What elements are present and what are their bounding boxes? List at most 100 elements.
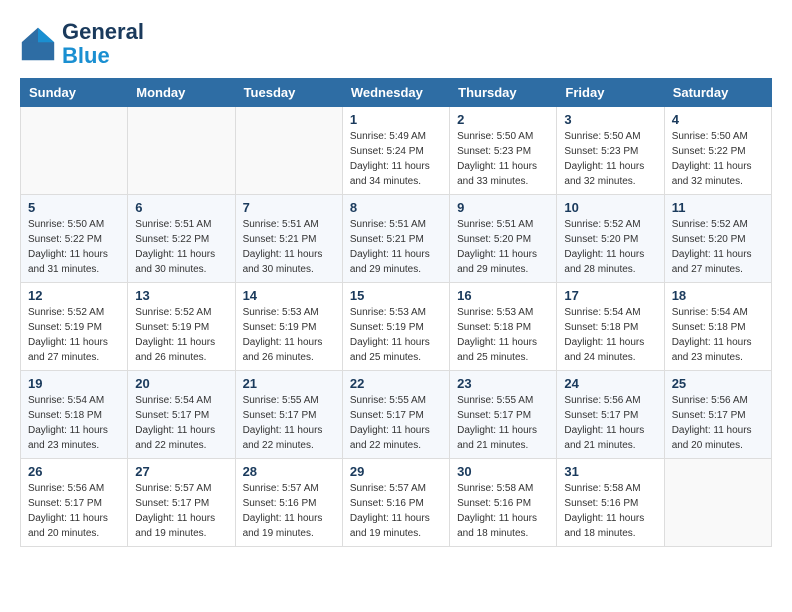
day-info: Sunrise: 5:51 AMSunset: 5:21 PMDaylight:…	[350, 217, 442, 277]
calendar-table: SundayMondayTuesdayWednesdayThursdayFrid…	[20, 78, 772, 547]
calendar-cell: 13Sunrise: 5:52 AMSunset: 5:19 PMDayligh…	[128, 283, 235, 371]
calendar-cell: 26Sunrise: 5:56 AMSunset: 5:17 PMDayligh…	[21, 459, 128, 547]
day-info: Sunrise: 5:50 AMSunset: 5:22 PMDaylight:…	[28, 217, 120, 277]
day-info: Sunrise: 5:52 AMSunset: 5:20 PMDaylight:…	[564, 217, 656, 277]
logo-icon	[20, 26, 56, 62]
calendar-cell: 22 Sunrise: 5:55 AMSunset: 5:17 PMDayligh…	[342, 371, 449, 459]
day-info: Sunrise: 5:49 AMSunset: 5:24 PMDaylight:…	[350, 129, 442, 189]
calendar-cell: 29Sunrise: 5:57 AMSunset: 5:16 PMDayligh…	[342, 459, 449, 547]
day-number: 6	[135, 200, 227, 215]
day-info: Sunrise: 5:53 AMSunset: 5:19 PMDaylight:…	[243, 305, 335, 365]
day-info: Sunrise: 5:52 AMSunset: 5:20 PMDaylight:…	[672, 217, 764, 277]
day-number: 4	[672, 112, 764, 127]
calendar-cell: 17 Sunrise: 5:54 AMSunset: 5:18 PMDayligh…	[557, 283, 664, 371]
day-number: 24	[564, 376, 656, 391]
day-number: 3	[564, 112, 656, 127]
day-info: Sunrise: 5:53 AMSunset: 5:19 PMDaylight:…	[350, 305, 442, 365]
calendar-cell: 24 Sunrise: 5:56 AMSunset: 5:17 PMDayligh…	[557, 371, 664, 459]
day-info: Sunrise: 5:54 AMSunset: 5:18 PMDaylight:…	[28, 393, 120, 453]
day-number: 21	[243, 376, 335, 391]
day-number: 16	[457, 288, 549, 303]
day-info: Sunrise: 5:54 AMSunset: 5:18 PMDaylight:…	[564, 305, 656, 365]
calendar-cell: 20 Sunrise: 5:54 AMSunset: 5:17 PMDayligh…	[128, 371, 235, 459]
day-number: 19	[28, 376, 120, 391]
calendar-cell: 31Sunrise: 5:58 AMSunset: 5:16 PMDayligh…	[557, 459, 664, 547]
day-number: 18	[672, 288, 764, 303]
calendar-week-row: 26Sunrise: 5:56 AMSunset: 5:17 PMDayligh…	[21, 459, 772, 547]
calendar-cell: 9Sunrise: 5:51 AMSunset: 5:20 PMDaylight…	[450, 195, 557, 283]
weekday-header: Friday	[557, 79, 664, 107]
day-number: 13	[135, 288, 227, 303]
day-info: Sunrise: 5:58 AMSunset: 5:16 PMDaylight:…	[457, 481, 549, 541]
day-info: Sunrise: 5:56 AMSunset: 5:17 PMDaylight:…	[672, 393, 764, 453]
calendar-cell: 8 Sunrise: 5:51 AMSunset: 5:21 PMDaylight…	[342, 195, 449, 283]
day-number: 23	[457, 376, 549, 391]
weekday-header: Thursday	[450, 79, 557, 107]
calendar-cell: 3Sunrise: 5:50 AMSunset: 5:23 PMDaylight…	[557, 107, 664, 195]
page-header: General Blue	[20, 20, 772, 68]
calendar-cell: 30Sunrise: 5:58 AMSunset: 5:16 PMDayligh…	[450, 459, 557, 547]
weekday-header: Sunday	[21, 79, 128, 107]
calendar-cell: 21 Sunrise: 5:55 AMSunset: 5:17 PMDayligh…	[235, 371, 342, 459]
day-number: 20	[135, 376, 227, 391]
calendar-week-row: 12Sunrise: 5:52 AMSunset: 5:19 PMDayligh…	[21, 283, 772, 371]
calendar-cell	[128, 107, 235, 195]
day-info: Sunrise: 5:57 AMSunset: 5:16 PMDaylight:…	[243, 481, 335, 541]
weekday-header: Saturday	[664, 79, 771, 107]
day-info: Sunrise: 5:55 AMSunset: 5:17 PMDaylight:…	[243, 393, 335, 453]
day-info: Sunrise: 5:54 AMSunset: 5:17 PMDaylight:…	[135, 393, 227, 453]
day-number: 17	[564, 288, 656, 303]
calendar-cell: 12Sunrise: 5:52 AMSunset: 5:19 PMDayligh…	[21, 283, 128, 371]
calendar-cell: 2 Sunrise: 5:50 AMSunset: 5:23 PMDaylight…	[450, 107, 557, 195]
calendar-cell: 18 Sunrise: 5:54 AMSunset: 5:18 PMDayligh…	[664, 283, 771, 371]
calendar-cell: 23 Sunrise: 5:55 AMSunset: 5:17 PMDayligh…	[450, 371, 557, 459]
calendar-cell: 25 Sunrise: 5:56 AMSunset: 5:17 PMDayligh…	[664, 371, 771, 459]
day-info: Sunrise: 5:55 AMSunset: 5:17 PMDaylight:…	[457, 393, 549, 453]
day-number: 1	[350, 112, 442, 127]
calendar-cell	[21, 107, 128, 195]
calendar-cell	[235, 107, 342, 195]
calendar-cell: 10 Sunrise: 5:52 AMSunset: 5:20 PMDayligh…	[557, 195, 664, 283]
day-number: 14	[243, 288, 335, 303]
day-info: Sunrise: 5:50 AMSunset: 5:23 PMDaylight:…	[457, 129, 549, 189]
day-info: Sunrise: 5:50 AMSunset: 5:22 PMDaylight:…	[672, 129, 764, 189]
day-number: 27	[135, 464, 227, 479]
calendar-cell: 19 Sunrise: 5:54 AMSunset: 5:18 PMDayligh…	[21, 371, 128, 459]
day-info: Sunrise: 5:57 AMSunset: 5:17 PMDaylight:…	[135, 481, 227, 541]
calendar-week-row: 19 Sunrise: 5:54 AMSunset: 5:18 PMDayligh…	[21, 371, 772, 459]
day-info: Sunrise: 5:51 AMSunset: 5:22 PMDaylight:…	[135, 217, 227, 277]
calendar-cell: 27 Sunrise: 5:57 AMSunset: 5:17 PMDayligh…	[128, 459, 235, 547]
day-number: 12	[28, 288, 120, 303]
day-info: Sunrise: 5:54 AMSunset: 5:18 PMDaylight:…	[672, 305, 764, 365]
calendar-cell: 15 Sunrise: 5:53 AMSunset: 5:19 PMDayligh…	[342, 283, 449, 371]
day-number: 7	[243, 200, 335, 215]
calendar-cell: 6 Sunrise: 5:51 AMSunset: 5:22 PMDaylight…	[128, 195, 235, 283]
calendar-week-row: 5 Sunrise: 5:50 AMSunset: 5:22 PMDaylight…	[21, 195, 772, 283]
weekday-header: Tuesday	[235, 79, 342, 107]
day-number: 8	[350, 200, 442, 215]
weekday-header: Wednesday	[342, 79, 449, 107]
calendar-cell: 4 Sunrise: 5:50 AMSunset: 5:22 PMDaylight…	[664, 107, 771, 195]
day-info: Sunrise: 5:51 AMSunset: 5:20 PMDaylight:…	[457, 217, 549, 277]
calendar-header-row: SundayMondayTuesdayWednesdayThursdayFrid…	[21, 79, 772, 107]
day-number: 5	[28, 200, 120, 215]
day-number: 25	[672, 376, 764, 391]
day-info: Sunrise: 5:51 AMSunset: 5:21 PMDaylight:…	[243, 217, 335, 277]
day-number: 2	[457, 112, 549, 127]
calendar-week-row: 1 Sunrise: 5:49 AMSunset: 5:24 PMDaylight…	[21, 107, 772, 195]
day-info: Sunrise: 5:56 AMSunset: 5:17 PMDaylight:…	[564, 393, 656, 453]
day-number: 29	[350, 464, 442, 479]
calendar-cell: 1 Sunrise: 5:49 AMSunset: 5:24 PMDaylight…	[342, 107, 449, 195]
day-number: 22	[350, 376, 442, 391]
day-number: 28	[243, 464, 335, 479]
calendar-cell: 16 Sunrise: 5:53 AMSunset: 5:18 PMDayligh…	[450, 283, 557, 371]
calendar-cell: 5 Sunrise: 5:50 AMSunset: 5:22 PMDaylight…	[21, 195, 128, 283]
day-info: Sunrise: 5:53 AMSunset: 5:18 PMDaylight:…	[457, 305, 549, 365]
day-number: 31	[564, 464, 656, 479]
day-number: 15	[350, 288, 442, 303]
day-info: Sunrise: 5:56 AMSunset: 5:17 PMDaylight:…	[28, 481, 120, 541]
day-number: 10	[564, 200, 656, 215]
day-info: Sunrise: 5:55 AMSunset: 5:17 PMDaylight:…	[350, 393, 442, 453]
calendar-cell: 28 Sunrise: 5:57 AMSunset: 5:16 PMDayligh…	[235, 459, 342, 547]
logo: General Blue	[20, 20, 144, 68]
